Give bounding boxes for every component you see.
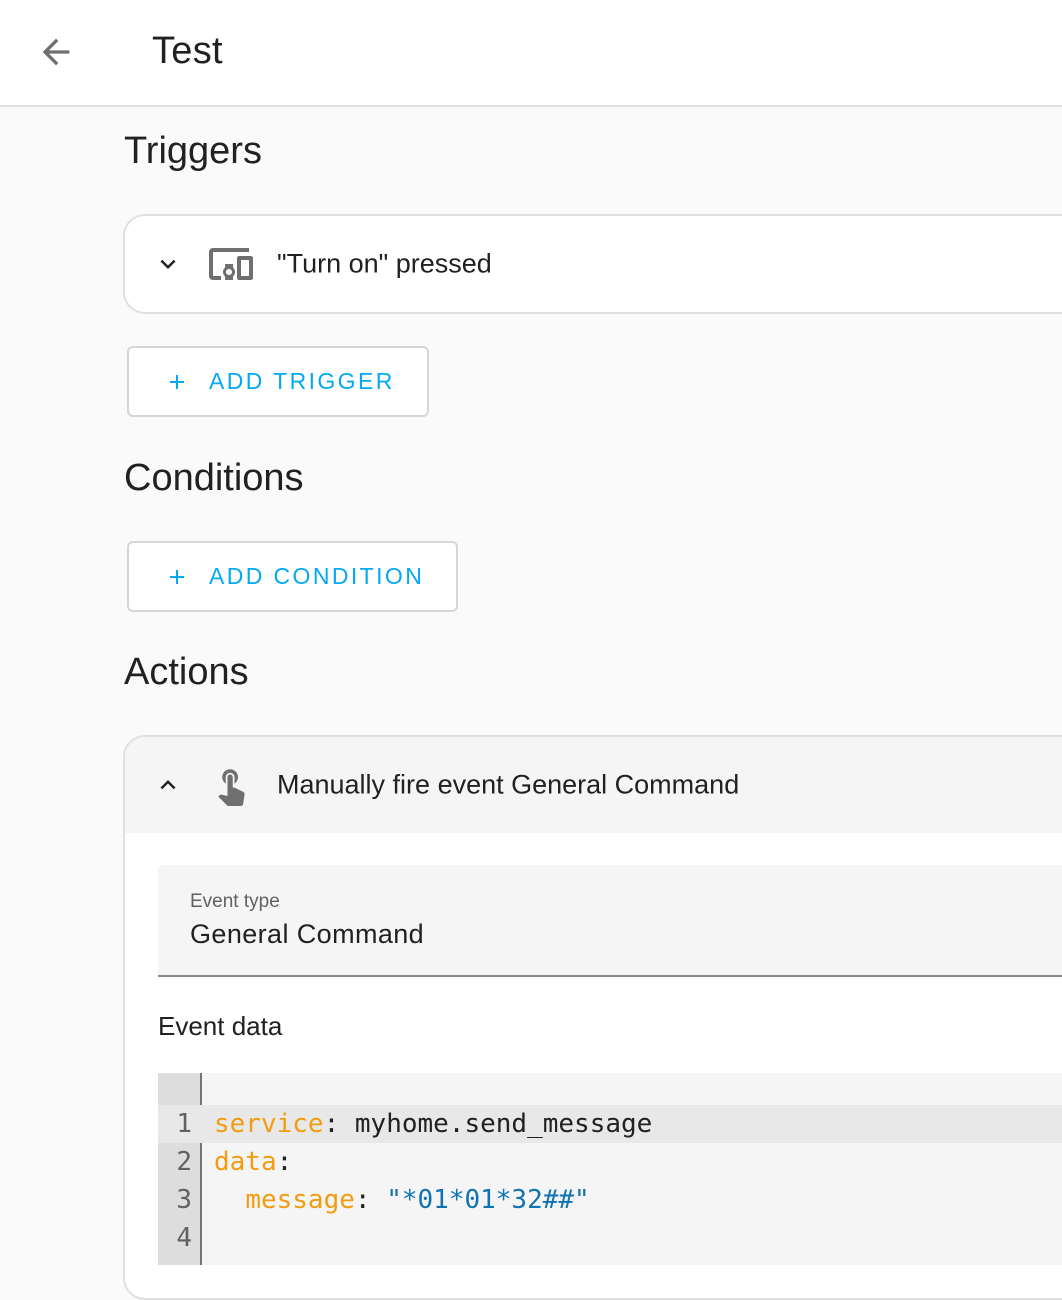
event-type-label: Event type xyxy=(190,891,280,912)
gesture-tap-icon xyxy=(207,761,255,809)
add-trigger-label: ADD TRIGGER xyxy=(209,368,395,394)
conditions-heading: Conditions xyxy=(124,457,304,499)
code-line[interactable]: 4 xyxy=(158,1219,1062,1257)
action-label: Manually fire event General Command xyxy=(277,769,740,800)
trigger-card-header[interactable]: "Turn on" pressed xyxy=(125,216,1062,312)
devices-icon xyxy=(207,240,255,288)
add-trigger-button[interactable]: ADD TRIGGER xyxy=(127,346,429,417)
action-card-header[interactable]: Manually fire event General Command xyxy=(125,737,1062,833)
arrow-left-icon xyxy=(42,38,70,66)
yaml-separator: : xyxy=(323,1109,355,1139)
plus-icon xyxy=(165,565,189,589)
line-number: 1 xyxy=(176,1109,192,1139)
event-data-label: Event data xyxy=(158,1011,283,1041)
top-app-bar: Test xyxy=(0,0,1062,107)
event-type-field[interactable]: Event type General Command xyxy=(158,865,1062,977)
chevron-up-icon[interactable] xyxy=(153,770,183,800)
triggers-heading: Triggers xyxy=(124,130,262,172)
yaml-key: data xyxy=(214,1147,277,1177)
trigger-card: "Turn on" pressed xyxy=(123,214,1062,314)
line-number: 4 xyxy=(176,1223,192,1253)
yaml-indent xyxy=(214,1185,245,1215)
trigger-label: "Turn on" pressed xyxy=(277,248,492,279)
code-line[interactable]: 2 data: xyxy=(158,1143,1062,1181)
yaml-string: "*01*01*32##" xyxy=(386,1185,590,1215)
yaml-key: message xyxy=(245,1185,355,1215)
yaml-code-editor[interactable]: 1 service: myhome.send_message 2 data: 3… xyxy=(158,1073,1062,1265)
page-title: Test xyxy=(152,30,223,72)
line-number: 2 xyxy=(176,1147,192,1177)
code-line[interactable]: 1 service: myhome.send_message xyxy=(158,1105,1062,1143)
back-button[interactable] xyxy=(28,26,84,78)
plus-icon xyxy=(165,370,189,394)
chevron-down-icon[interactable] xyxy=(153,249,183,279)
yaml-separator: : xyxy=(276,1147,293,1177)
add-condition-label: ADD CONDITION xyxy=(209,563,425,589)
event-type-value: General Command xyxy=(190,919,425,949)
line-number: 3 xyxy=(176,1185,192,1215)
action-card: Manually fire event General Command Even… xyxy=(123,735,1062,1300)
add-condition-button[interactable]: ADD CONDITION xyxy=(127,541,459,612)
yaml-separator: : xyxy=(354,1185,387,1215)
yaml-key: service xyxy=(214,1109,324,1139)
yaml-value: myhome.send_message xyxy=(354,1109,653,1139)
actions-heading: Actions xyxy=(124,651,249,693)
code-line[interactable]: 3 message: "*01*01*32##" xyxy=(158,1181,1062,1219)
